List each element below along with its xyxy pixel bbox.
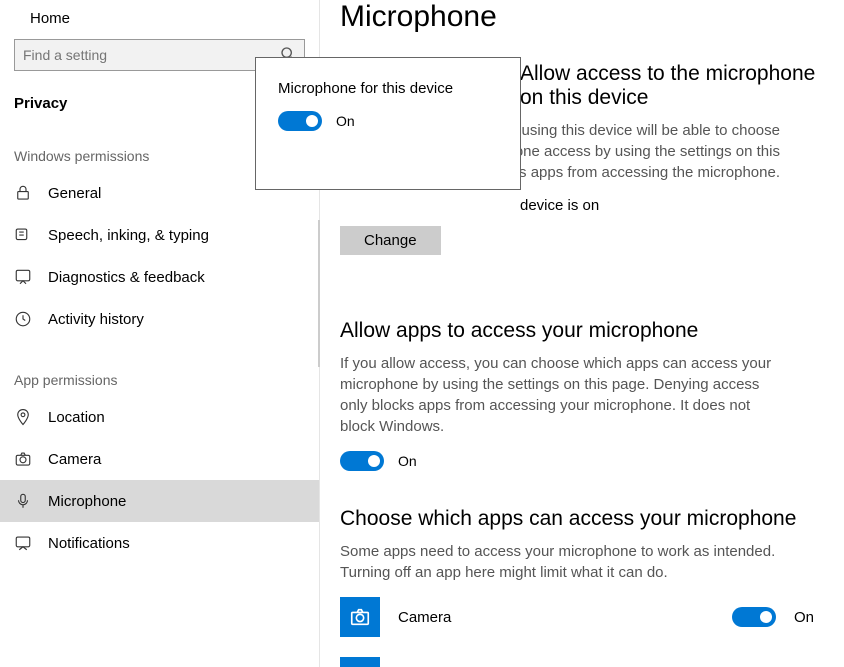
camera-toggle[interactable] [732,607,776,627]
sidebar-item-label: Activity history [48,311,144,328]
section3-heading: Choose which apps can access your microp… [340,507,824,531]
app-row-cortana: Cortana On [340,657,824,667]
feedback-icon [14,268,32,286]
device-mic-toggle[interactable] [278,111,322,131]
app-label: Camera [398,609,714,626]
location-icon [14,408,32,426]
mic-device-popup: Microphone for this device On [255,57,521,190]
section3-description: Some apps need to access your microphone… [340,541,780,583]
section2-description: If you allow access, you can choose whic… [340,353,780,437]
sidebar-item-label: General [48,185,101,202]
home-label: Home [30,10,70,27]
notifications-icon [14,534,32,552]
sidebar-item-label: Speech, inking, & typing [48,227,209,244]
sidebar-item-activity[interactable]: Activity history [0,298,319,340]
camera-toggle-state: On [794,609,824,626]
scrollbar[interactable] [318,220,320,367]
lock-icon [14,184,32,202]
sidebar-item-label: Diagnostics & feedback [48,269,205,286]
apps-access-state: On [398,453,417,469]
sidebar-item-diagnostics[interactable]: Diagnostics & feedback [0,256,319,298]
sidebar-item-camera[interactable]: Camera [0,438,319,480]
sidebar-item-location[interactable]: Location [0,396,319,438]
app-permissions-label: App permissions [0,360,319,396]
sidebar-item-label: Location [48,409,105,426]
mic-status: device is on [340,197,824,214]
sidebar-item-notifications[interactable]: Notifications [0,522,319,564]
sidebar-item-label: Microphone [48,493,126,510]
sidebar-item-label: Camera [48,451,101,468]
change-button[interactable]: Change [340,226,441,255]
home-nav[interactable]: Home [0,4,319,39]
section2-heading: Allow apps to access your microphone [340,319,824,343]
app-row-camera: Camera On [340,597,824,637]
search-input[interactable] [23,47,280,63]
microphone-icon [14,492,32,510]
page-title: Microphone [340,0,824,34]
speech-icon [14,226,32,244]
sidebar-item-microphone[interactable]: Microphone [0,480,319,522]
camera-app-icon [340,597,380,637]
popup-title: Microphone for this device [278,80,498,97]
apps-access-toggle[interactable] [340,451,384,471]
device-mic-state: On [336,113,355,129]
sidebar-item-label: Notifications [48,535,130,552]
cortana-app-icon [340,657,380,667]
camera-icon [14,450,32,468]
history-icon [14,310,32,328]
sidebar-item-speech[interactable]: Speech, inking, & typing [0,214,319,256]
